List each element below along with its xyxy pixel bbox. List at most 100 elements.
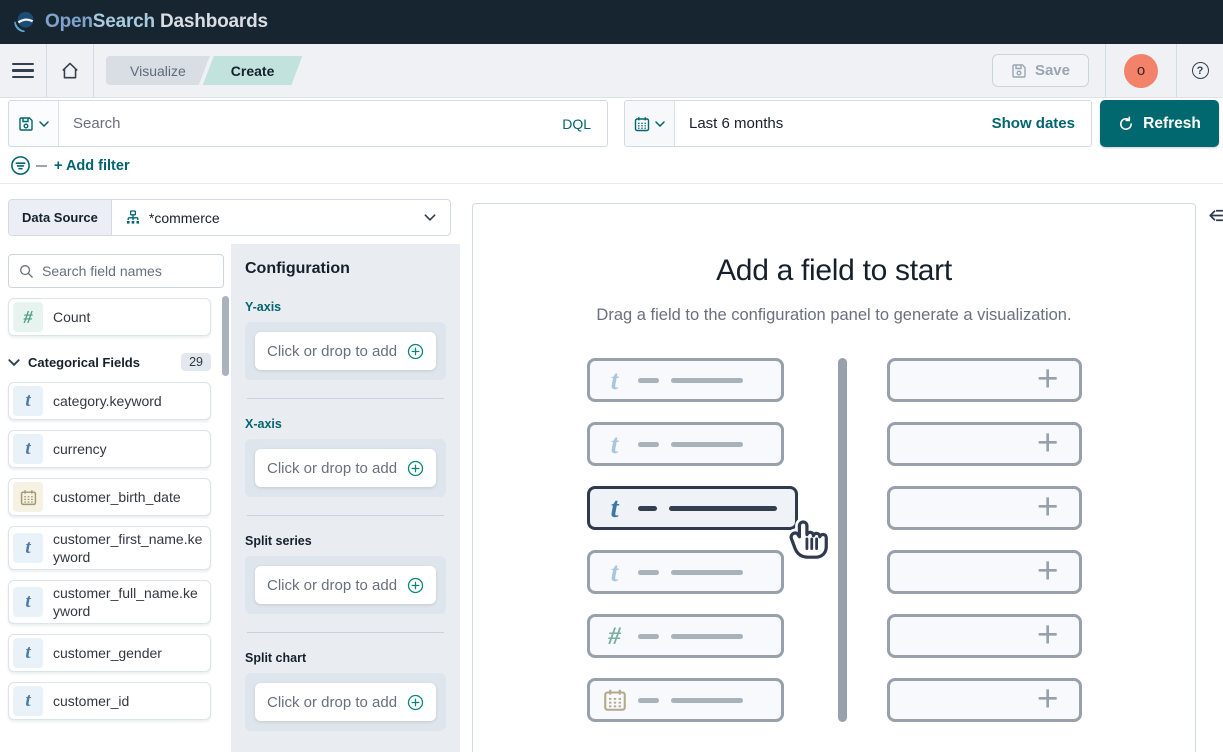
illustration-dropzone-box: +	[887, 614, 1082, 658]
plus-icon: +	[1037, 424, 1059, 461]
illustration-dropzone-box: +	[887, 486, 1082, 530]
toolbar-divider	[1105, 44, 1106, 97]
number-field-icon: #	[600, 624, 630, 649]
split-series-label: Split series	[245, 534, 446, 548]
section-divider	[247, 632, 444, 633]
date-picker-menu-button[interactable]	[625, 101, 675, 146]
filter-icon	[10, 155, 31, 176]
field-panel-scrollbar[interactable]	[222, 296, 229, 376]
menu-left-icon	[1206, 206, 1223, 225]
menu-button[interactable]	[0, 44, 46, 97]
field-name: customer_first_name.keyword	[53, 530, 204, 566]
categorical-fields-header[interactable]: Categorical Fields 29	[8, 350, 211, 374]
text-field-icon: t	[13, 434, 43, 464]
illustration-dropzones-column: + + + + + +	[887, 358, 1082, 722]
text-field-icon: t	[600, 559, 630, 586]
text-field-icon: t	[13, 686, 43, 716]
save-button[interactable]: Save	[992, 54, 1089, 87]
y-axis-add-button[interactable]: Click or drop to add	[255, 332, 436, 370]
field-item[interactable]: t currency	[8, 430, 211, 468]
field-item[interactable]: t customer_gender	[8, 634, 211, 672]
search-bar-group: DQL	[8, 100, 608, 147]
text-field-icon: t	[600, 494, 630, 523]
plus-in-circle-icon	[407, 694, 424, 711]
plus-icon: +	[1037, 680, 1059, 717]
text-field-icon: t	[13, 638, 43, 668]
configuration-panel: Configuration Y-axis Click or drop to ad…	[231, 244, 460, 752]
date-picker-group: Last 6 months Show dates	[624, 100, 1092, 147]
data-source-value-row: *commerce	[112, 200, 410, 235]
plus-in-circle-icon	[407, 577, 424, 594]
x-axis-label: X-axis	[245, 417, 446, 431]
refresh-button[interactable]: Refresh	[1100, 100, 1219, 147]
split-series-dropzone: Click or drop to add	[245, 556, 446, 614]
illustration-fields-column: t t t	[587, 358, 798, 722]
illustration-field-chip: #	[587, 614, 784, 658]
saved-query-menu-button[interactable]	[9, 101, 59, 146]
plus-icon: +	[1037, 488, 1059, 525]
field-item[interactable]: t customer_id	[8, 682, 211, 720]
drop-button-label: Click or drop to add	[267, 694, 397, 711]
visualization-canvas: Add a field to start Drag a field to the…	[472, 203, 1196, 752]
empty-state-illustration: t t t	[473, 358, 1195, 722]
plus-in-circle-icon	[407, 343, 424, 360]
illustration-field-chip-dragged: t	[587, 486, 798, 530]
field-search-box	[8, 254, 224, 288]
field-name: customer_birth_date	[53, 488, 181, 506]
split-chart-label: Split chart	[245, 651, 446, 665]
grab-hand-icon	[781, 511, 835, 569]
drop-button-label: Click or drop to add	[267, 577, 397, 594]
illustration-dropzone-box: +	[887, 422, 1082, 466]
field-item[interactable]: t customer_first_name.keyword	[8, 526, 211, 570]
save-icon	[1011, 63, 1027, 79]
hamburger-icon	[12, 63, 34, 79]
illustration-field-chip	[587, 678, 784, 722]
opensearch-logo-icon[interactable]	[12, 10, 36, 34]
toolbar-divider	[93, 44, 94, 97]
x-axis-dropzone: Click or drop to add	[245, 439, 446, 497]
brand-suffix: Dashboards	[155, 11, 268, 32]
chevron-down-icon	[8, 359, 20, 366]
text-field-icon: t	[600, 431, 630, 458]
illustration-dropzone-box: +	[887, 550, 1082, 594]
split-series-add-button[interactable]: Click or drop to add	[255, 566, 436, 604]
field-name: currency	[53, 440, 107, 458]
avatar[interactable]: o	[1124, 54, 1158, 88]
split-chart-add-button[interactable]: Click or drop to add	[255, 683, 436, 721]
help-button[interactable]: ?	[1177, 44, 1223, 97]
data-source-value: *commerce	[149, 210, 220, 226]
field-item[interactable]: t category.keyword	[8, 382, 211, 420]
refresh-button-label: Refresh	[1143, 115, 1201, 133]
home-button[interactable]	[47, 44, 93, 97]
time-range-value[interactable]: Last 6 months	[675, 101, 976, 146]
field-item-count[interactable]: # Count	[8, 298, 211, 336]
group-count-badge: 29	[181, 353, 211, 371]
search-input[interactable]	[59, 101, 546, 146]
chevron-down-icon	[655, 121, 665, 127]
plus-icon: +	[1037, 552, 1059, 589]
plus-in-circle-icon	[407, 460, 424, 477]
plus-icon: +	[1037, 616, 1059, 653]
text-field-icon: t	[13, 386, 43, 416]
field-item[interactable]: customer_birth_date	[8, 478, 211, 516]
breadcrumb-visualize[interactable]: Visualize	[106, 56, 210, 85]
home-icon	[60, 61, 80, 81]
query-language-button[interactable]: DQL	[546, 101, 607, 146]
collapse-panel-button[interactable]	[1206, 206, 1223, 225]
section-divider	[247, 398, 444, 399]
top-navbar: OpenSearch Dashboards	[0, 0, 1223, 44]
field-search-input[interactable]	[42, 263, 213, 279]
illustration-dropzone-box: +	[887, 678, 1082, 722]
field-name: customer_id	[53, 692, 129, 710]
app-title: OpenSearch Dashboards	[45, 11, 268, 33]
x-axis-add-button[interactable]: Click or drop to add	[255, 449, 436, 487]
empty-state-subtitle: Drag a field to the configuration panel …	[473, 306, 1195, 325]
data-source-selector[interactable]: Data Source *commerce	[8, 199, 451, 236]
add-filter-button[interactable]: + Add filter	[54, 150, 130, 182]
filter-divider	[36, 165, 47, 167]
show-dates-button[interactable]: Show dates	[976, 101, 1091, 146]
brand-open: Open	[45, 11, 93, 32]
plus-icon: +	[1037, 360, 1059, 397]
hierarchy-icon	[125, 210, 141, 226]
field-item[interactable]: t customer_full_name.keyword	[8, 580, 211, 624]
